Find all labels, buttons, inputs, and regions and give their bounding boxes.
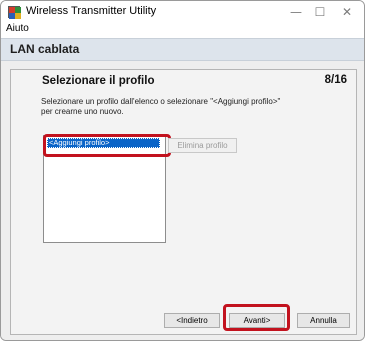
app-window: Wireless Transmitter Utility — ☐ ✕ Aiuto… — [0, 0, 365, 341]
cancel-button[interactable]: Annulla — [297, 313, 350, 328]
step-instruction: Selezionare un profilo dall'elenco o sel… — [41, 97, 281, 116]
section-title: LAN cablata — [10, 42, 80, 56]
minimize-icon[interactable]: — — [288, 4, 304, 20]
close-icon[interactable]: ✕ — [339, 4, 355, 20]
wizard-panel: Selezionare il profilo 8/16 Selezionare … — [10, 69, 357, 335]
maximize-icon[interactable]: ☐ — [312, 4, 328, 20]
step-title: Selezionare il profilo — [42, 75, 155, 87]
window-title: Wireless Transmitter Utility — [26, 5, 157, 17]
menu-bar: Aiuto — [1, 23, 364, 37]
step-counter: 8/16 — [324, 74, 347, 86]
next-highlight-frame — [223, 304, 290, 331]
content-area: Selezionare il profilo 8/16 Selezionare … — [1, 61, 364, 340]
menu-help[interactable]: Aiuto — [6, 23, 29, 34]
list-highlight-frame — [43, 134, 171, 157]
delete-profile-button[interactable]: Elimina profilo — [168, 138, 237, 153]
section-header: LAN cablata — [1, 38, 364, 61]
app-icon — [8, 6, 21, 19]
title-bar: Wireless Transmitter Utility — ☐ ✕ — [1, 1, 364, 23]
back-button[interactable]: <Indietro — [164, 313, 220, 328]
